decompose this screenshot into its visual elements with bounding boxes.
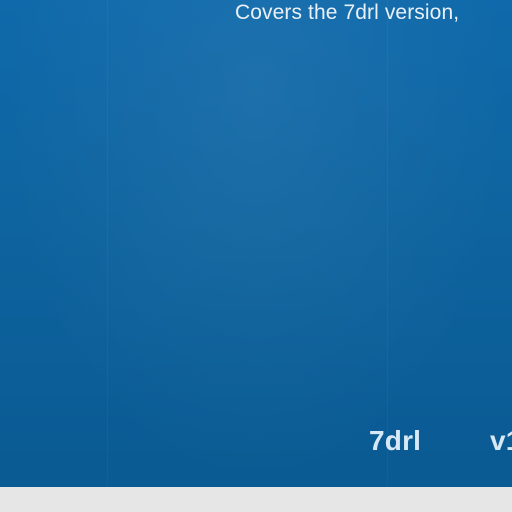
- hero-banner: Covers the 7drl version, 7drl v1: [0, 0, 512, 487]
- footer-bar: [0, 487, 512, 512]
- version-tab-v1[interactable]: v1: [490, 424, 512, 458]
- page-viewport: Covers the 7drl version, 7drl v1: [0, 0, 512, 512]
- banner-guide-line: [387, 0, 388, 487]
- version-tabs: 7drl v1: [0, 424, 512, 460]
- banner-guide-line: [107, 0, 108, 487]
- banner-subtitle: Covers the 7drl version,: [235, 1, 460, 24]
- banner-gradient-overlay: [0, 0, 512, 487]
- version-tab-7drl[interactable]: 7drl: [369, 424, 421, 458]
